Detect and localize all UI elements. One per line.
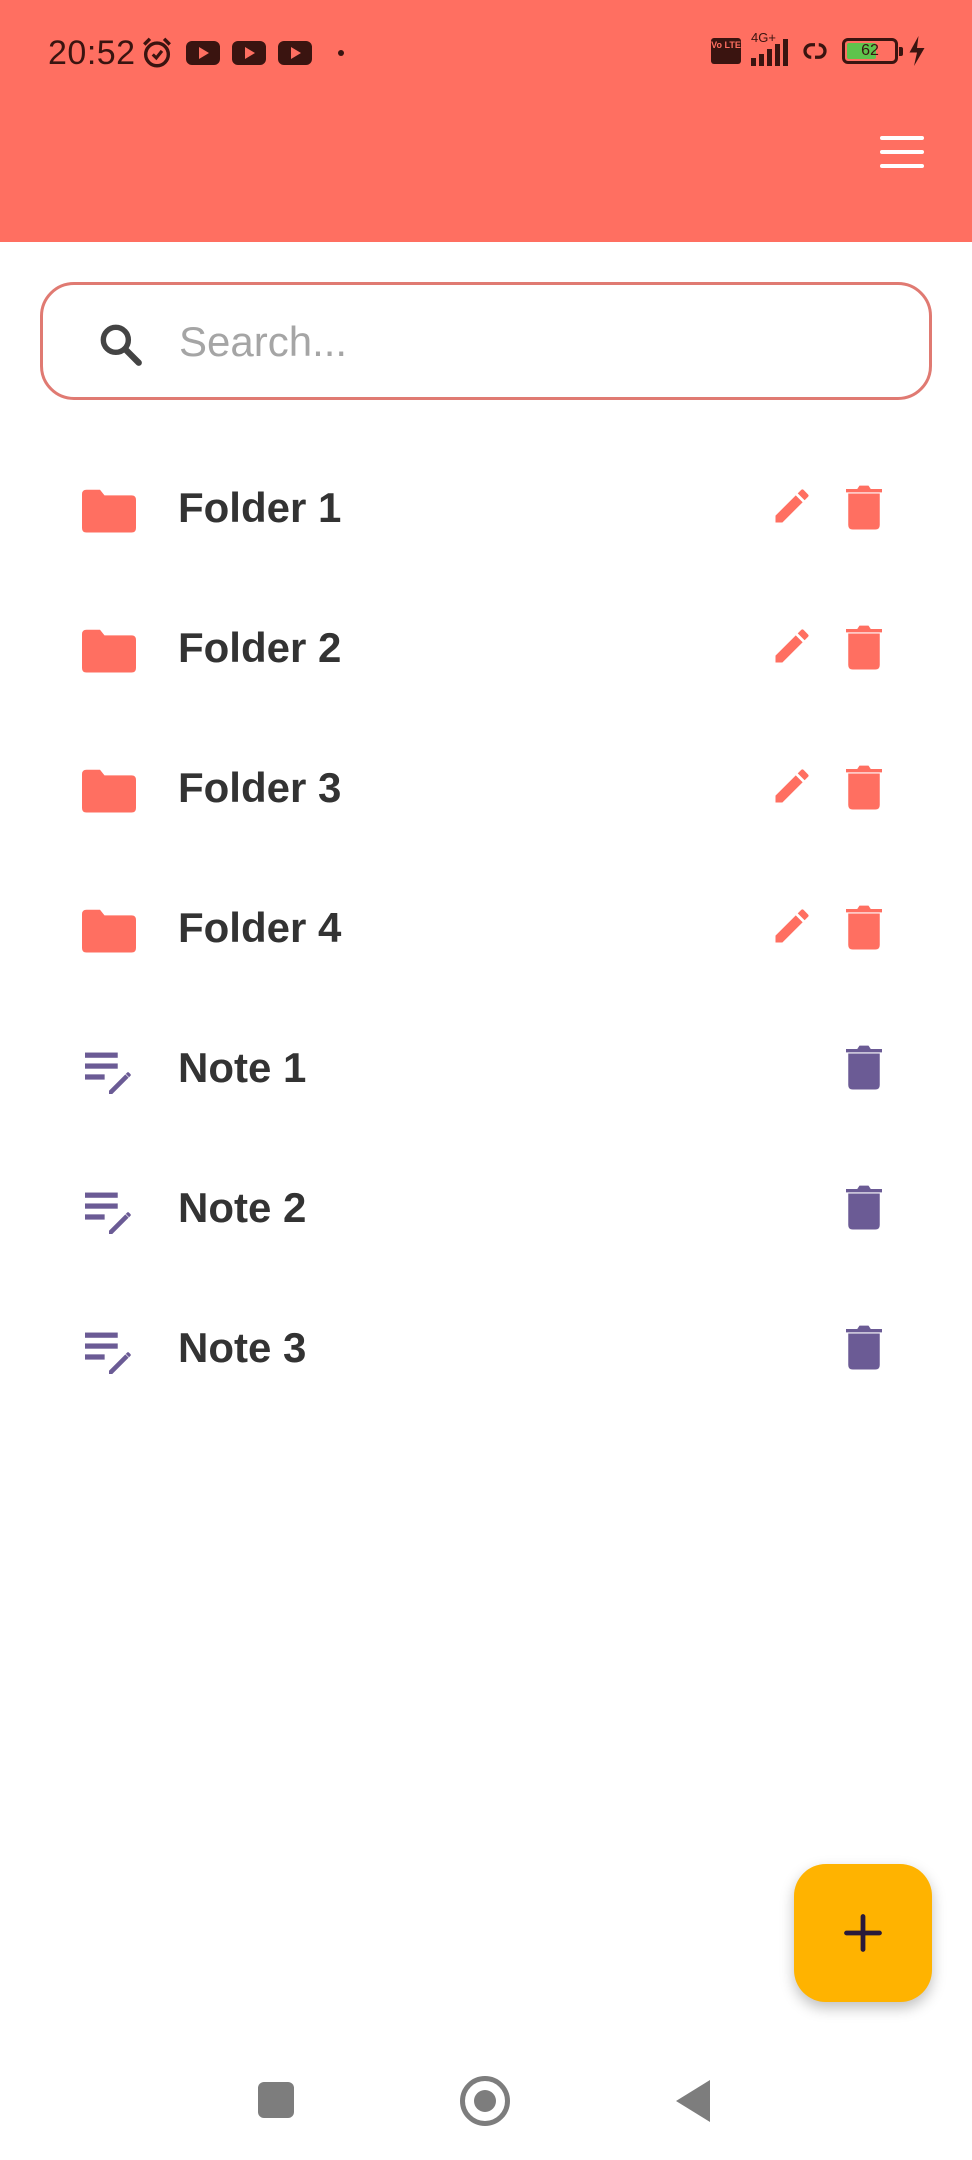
plus-icon: [844, 1914, 882, 1952]
pencil-icon[interactable]: [770, 624, 814, 668]
trash-icon[interactable]: [846, 1044, 882, 1090]
youtube-notification-icon: [278, 41, 312, 65]
note-edit-icon: [85, 1332, 131, 1374]
folder-row[interactable]: Folder 4: [0, 860, 972, 1000]
system-navigation-bar: [0, 2060, 972, 2140]
battery-icon: 62: [842, 38, 903, 64]
status-system-icons: Vo LTE 4G+ 62: [711, 30, 926, 66]
back-button[interactable]: [676, 2080, 710, 2122]
folder-icon: [82, 629, 136, 673]
note-row[interactable]: Note 3: [0, 1280, 972, 1420]
folder-note-list: Folder 1 Folder 2 Folder 3 Folder 4 Note…: [0, 440, 972, 1420]
folder-label: Folder 2: [178, 624, 342, 671]
more-notifications-dot-icon: [338, 50, 344, 56]
hamburger-menu-icon-line: [880, 136, 924, 140]
folder-row[interactable]: Folder 3: [0, 720, 972, 860]
note-edit-icon: [85, 1192, 131, 1234]
folder-row[interactable]: Folder 2: [0, 580, 972, 720]
hamburger-menu-icon-line: [880, 150, 924, 154]
pencil-icon[interactable]: [770, 764, 814, 808]
pencil-icon[interactable]: [770, 484, 814, 528]
trash-icon[interactable]: [846, 904, 882, 950]
folder-icon: [82, 769, 136, 813]
folder-label: Folder 4: [178, 904, 342, 951]
network-type-label: 4G+: [751, 30, 776, 45]
trash-icon[interactable]: [846, 1324, 882, 1370]
note-label: Note 2: [178, 1184, 307, 1231]
cellular-signal-icon: 4G+: [751, 30, 788, 66]
add-button[interactable]: [794, 1864, 932, 2002]
note-row[interactable]: Note 2: [0, 1140, 972, 1280]
alarm-clock-icon: [143, 37, 171, 68]
volte-icon: Vo LTE: [711, 38, 741, 64]
hamburger-menu-icon-line: [880, 164, 924, 168]
search-input[interactable]: [179, 309, 879, 375]
trash-icon[interactable]: [846, 484, 882, 530]
folder-icon: [82, 909, 136, 953]
search-icon: [100, 324, 142, 366]
folder-row[interactable]: Folder 1: [0, 440, 972, 580]
status-time: 20:52: [48, 34, 136, 72]
folder-label: Folder 3: [178, 764, 342, 811]
battery-level: 62: [861, 42, 879, 59]
note-row[interactable]: Note 1: [0, 1000, 972, 1140]
charging-bolt-icon: [909, 36, 925, 66]
note-label: Note 1: [178, 1044, 307, 1091]
recents-button[interactable]: [258, 2082, 294, 2118]
trash-icon[interactable]: [846, 764, 882, 810]
trash-icon[interactable]: [846, 624, 882, 670]
status-notification-icons: [140, 36, 344, 70]
hotspot-link-icon: [803, 43, 827, 59]
search-bar[interactable]: [40, 282, 932, 400]
note-edit-icon: [85, 1052, 131, 1094]
trash-icon[interactable]: [846, 1184, 882, 1230]
folder-icon: [82, 489, 136, 533]
pencil-icon[interactable]: [770, 904, 814, 948]
app-bar: 20:52 Vo LTE 4G+ 62: [0, 0, 972, 242]
youtube-notification-icon: [232, 41, 266, 65]
youtube-notification-icon: [186, 41, 220, 65]
menu-button[interactable]: [872, 132, 932, 172]
home-button[interactable]: [460, 2076, 510, 2126]
folder-label: Folder 1: [178, 484, 342, 531]
note-label: Note 3: [178, 1324, 307, 1371]
